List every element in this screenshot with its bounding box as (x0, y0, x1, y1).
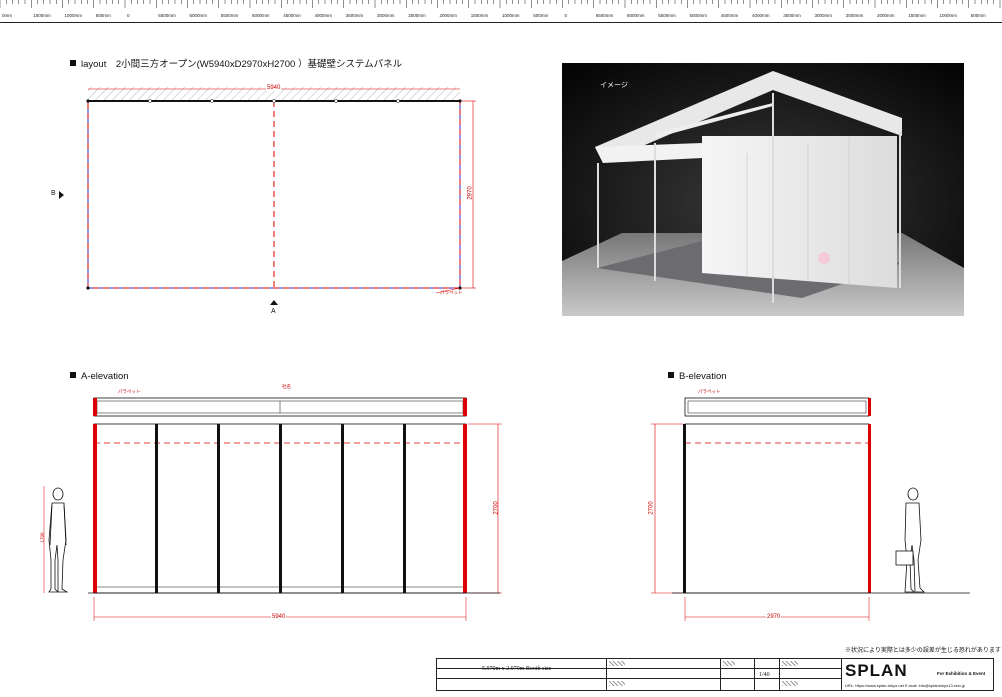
a-fascia-tag: パラペット (118, 389, 141, 394)
brand-tagline: For Exhibition & Event (937, 671, 986, 676)
a-elevation-title: A-elevation (70, 371, 129, 382)
marker-a-label: A (271, 308, 276, 315)
b-elevation-title: B-elevation (668, 371, 727, 382)
brand-logo: SPLAN (845, 661, 908, 680)
layout-title: layout 2小間三方オープン(W5940xD2970xH2700 ）基礎壁シ… (70, 56, 402, 70)
booth-size: 5.970m x 2.970m Booth size (482, 666, 552, 672)
b-fascia (684, 397, 870, 417)
plan-fascia-tag: パラペット (440, 290, 463, 295)
layout-plan (59, 87, 476, 305)
plan-width-dim: 5940 (266, 85, 282, 91)
marker-b-arrow (59, 191, 64, 199)
a-person-dim: 1700 (39, 532, 45, 543)
marker-a-arrow (270, 300, 278, 305)
b-wall (684, 423, 870, 594)
b-elevation-drawing (651, 397, 970, 621)
drawing-scale: 1/40 (759, 672, 770, 678)
scale-person-b (895, 487, 925, 593)
marker-b-label: B (51, 190, 56, 197)
a-center-tag: 社名 (282, 384, 291, 389)
title-block: 5.970m x 2.970m Booth size 1/40 SPLAN Fo… (436, 658, 994, 691)
disclaimer-note: ※状況により実際とは多少の誤差が生じる恐れがあります (845, 648, 1001, 654)
booth-render-image (562, 63, 964, 316)
b-fascia-tag: パラペット (698, 389, 721, 394)
render-label: イメージ (600, 82, 628, 89)
brand-url: URL: https://www.splan-tokyo.net E-mail:… (845, 683, 966, 688)
a-height-dim: 2700 (493, 501, 500, 515)
scale-person-a (48, 487, 69, 593)
plan-depth-dim: 2970 (467, 186, 474, 200)
b-height-dim: 2700 (648, 501, 655, 515)
a-elevation-drawing (43, 397, 502, 621)
b-width-dim: 2970 (766, 614, 782, 620)
a-width-dim: 5940 (271, 614, 287, 620)
